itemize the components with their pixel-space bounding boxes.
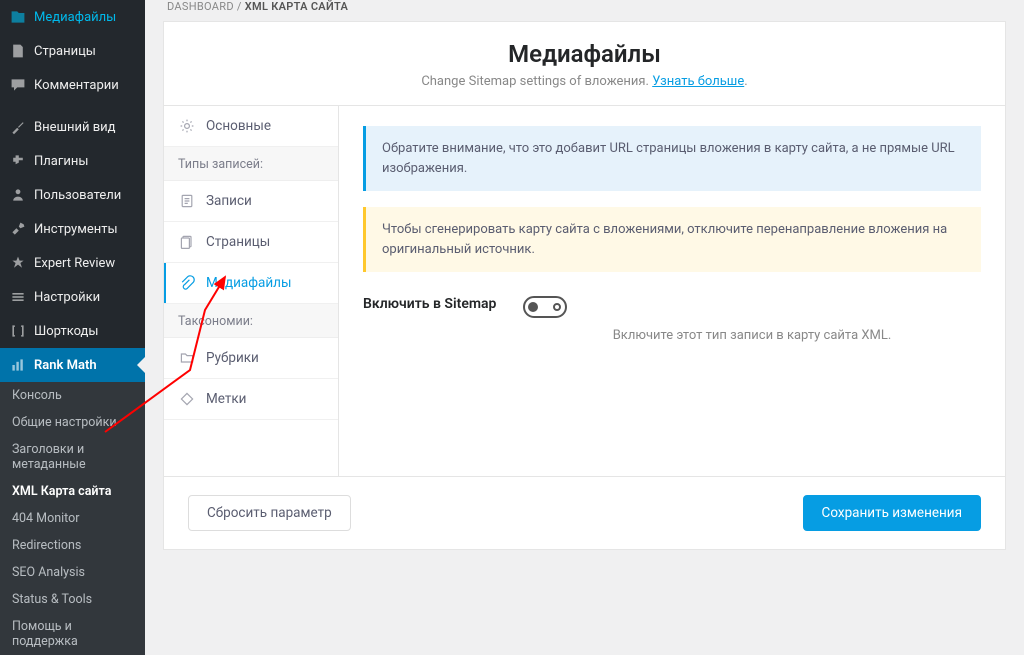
reset-button[interactable]: Сбросить параметр — [188, 495, 351, 531]
tab-label: Метки — [206, 391, 246, 407]
sidebar-item-pages[interactable]: Страницы — [0, 34, 145, 68]
page-subtitle: Change Sitemap settings of вложения. Узн… — [184, 74, 985, 89]
sidebar-item-label: Внешний вид — [34, 120, 116, 135]
tag-icon — [178, 390, 196, 408]
toggle-ring — [553, 303, 561, 311]
gear-icon — [178, 117, 196, 135]
submenu-console[interactable]: Консоль — [0, 382, 145, 409]
sidebar-item-comments[interactable]: Комментарии — [0, 68, 145, 102]
sidebar-item-label: Инструменты — [34, 222, 118, 237]
sidebar-item-label: Rank Math — [34, 358, 97, 373]
tab-categories[interactable]: Рубрики — [164, 338, 338, 379]
setting-help: Включите этот тип записи в карту сайта X… — [523, 328, 981, 343]
tab-tags[interactable]: Метки — [164, 379, 338, 420]
settings-icon — [8, 287, 28, 307]
tab-label: Страницы — [206, 234, 270, 250]
section-post-types: Типы записей: — [164, 147, 338, 181]
sidebar-item-label: Комментарии — [34, 78, 119, 93]
appearance-icon — [8, 117, 28, 137]
panel-footer: Сбросить параметр Сохранить изменения — [164, 476, 1005, 549]
settings-tabs: Основные Типы записей: Записи Страницы М… — [164, 106, 339, 476]
breadcrumb: DASHBOARD / XML КАРТА САЙТА — [163, 0, 1006, 21]
page-icon — [8, 41, 28, 61]
media-icon — [8, 7, 28, 27]
include-sitemap-toggle[interactable] — [523, 296, 567, 318]
rankmath-icon — [8, 355, 28, 375]
section-taxonomies: Таксономии: — [164, 304, 338, 338]
sidebar-item-users[interactable]: Пользователи — [0, 178, 145, 212]
submenu-seo-analysis[interactable]: SEO Analysis — [0, 559, 145, 586]
settings-area: Обратите внимание, что это добавит URL с… — [339, 106, 1005, 476]
tab-label: Медиафайлы — [206, 275, 291, 291]
rankmath-submenu: Консоль Общие настройки Заголовки и мета… — [0, 382, 145, 655]
include-sitemap-row: Включить в Sitemap Включите этот тип зап… — [363, 288, 981, 361]
sidebar-item-expert-review[interactable]: Expert Review — [0, 246, 145, 280]
settings-panel: Медиафайлы Change Sitemap settings of вл… — [163, 21, 1006, 550]
page-title: Медиафайлы — [184, 40, 985, 68]
save-button[interactable]: Сохранить изменения — [803, 495, 981, 531]
document-icon — [178, 192, 196, 210]
review-icon — [8, 253, 28, 273]
comment-icon — [8, 75, 28, 95]
sidebar-item-media[interactable]: Медиафайлы — [0, 0, 145, 34]
sidebar-item-settings[interactable]: Настройки — [0, 280, 145, 314]
tab-media[interactable]: Медиафайлы — [164, 263, 338, 304]
sidebar-item-plugins[interactable]: Плагины — [0, 144, 145, 178]
main-content: DASHBOARD / XML КАРТА САЙТА Медиафайлы C… — [145, 0, 1024, 568]
panel-header: Медиафайлы Change Sitemap settings of вл… — [164, 22, 1005, 105]
submenu-status-tools[interactable]: Status & Tools — [0, 586, 145, 613]
setting-label: Включить в Sitemap — [363, 296, 523, 312]
submenu-redirections[interactable]: Redirections — [0, 532, 145, 559]
sidebar-item-appearance[interactable]: Внешний вид — [0, 110, 145, 144]
sidebar-item-label: Медиафайлы — [34, 10, 116, 25]
sidebar-item-shortcodes[interactable]: Шорткоды — [0, 314, 145, 348]
sidebar-item-tools[interactable]: Инструменты — [0, 212, 145, 246]
tools-icon — [8, 219, 28, 239]
sidebar-item-label: Страницы — [34, 44, 96, 59]
sidebar-item-label: Шорткоды — [34, 324, 98, 339]
sidebar-item-label: Expert Review — [34, 256, 115, 271]
sidebar-item-rankmath[interactable]: Rank Math — [0, 348, 145, 382]
tab-pages[interactable]: Страницы — [164, 222, 338, 263]
submenu-404[interactable]: 404 Monitor — [0, 505, 145, 532]
sidebar-item-label: Пользователи — [34, 188, 121, 203]
folder-icon — [178, 349, 196, 367]
users-icon — [8, 185, 28, 205]
tab-label: Основные — [206, 118, 271, 134]
admin-sidebar: Медиафайлы Страницы Комментарии Внешний … — [0, 0, 145, 568]
tab-posts[interactable]: Записи — [164, 181, 338, 222]
attachment-icon — [178, 274, 196, 292]
tab-label: Записи — [206, 193, 252, 209]
submenu-help[interactable]: Помощь и поддержка — [0, 613, 145, 655]
pages-icon — [178, 233, 196, 251]
shortcode-icon — [8, 321, 28, 341]
toggle-knob — [528, 302, 538, 312]
warning-notice: Чтобы сгенерировать карту сайта с вложен… — [363, 207, 981, 272]
sidebar-item-label: Плагины — [34, 154, 88, 169]
plugin-icon — [8, 151, 28, 171]
submenu-general[interactable]: Общие настройки — [0, 409, 145, 436]
info-notice: Обратите внимание, что это добавит URL с… — [363, 126, 981, 191]
tab-label: Рубрики — [206, 350, 259, 366]
tab-general[interactable]: Основные — [164, 106, 338, 147]
submenu-xml-sitemap[interactable]: XML Карта сайта — [0, 478, 145, 505]
submenu-titles[interactable]: Заголовки и метаданные — [0, 436, 145, 478]
learn-more-link[interactable]: Узнать больше — [652, 74, 744, 89]
sidebar-item-label: Настройки — [34, 290, 100, 305]
